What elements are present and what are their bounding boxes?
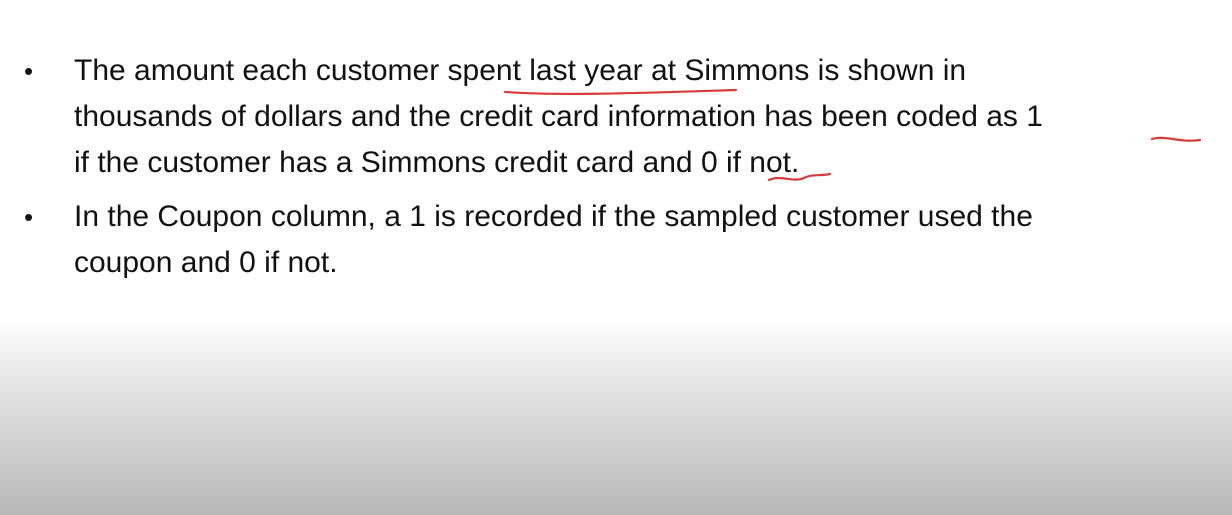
bullet-marker: • — [24, 202, 34, 232]
bullet-marker: • — [24, 56, 34, 86]
bottom-shade — [0, 318, 1232, 515]
bullet-line: if the customer has a Simmons credit car… — [74, 146, 800, 179]
bullet-line: thousands of dollars and the credit card… — [74, 100, 1043, 133]
slide: • The amount each customer spent last ye… — [0, 0, 1232, 515]
bullet-item: • In the Coupon column, a 1 is recorded … — [0, 194, 1232, 286]
bullet-item: • The amount each customer spent last ye… — [0, 48, 1232, 186]
bullet-line: In the Coupon column, a 1 is recorded if… — [74, 200, 1033, 233]
bullet-list: • The amount each customer spent last ye… — [0, 48, 1232, 286]
bullet-line: The amount each customer spent last year… — [74, 54, 967, 87]
bullet-line: coupon and 0 if not. — [74, 246, 338, 279]
